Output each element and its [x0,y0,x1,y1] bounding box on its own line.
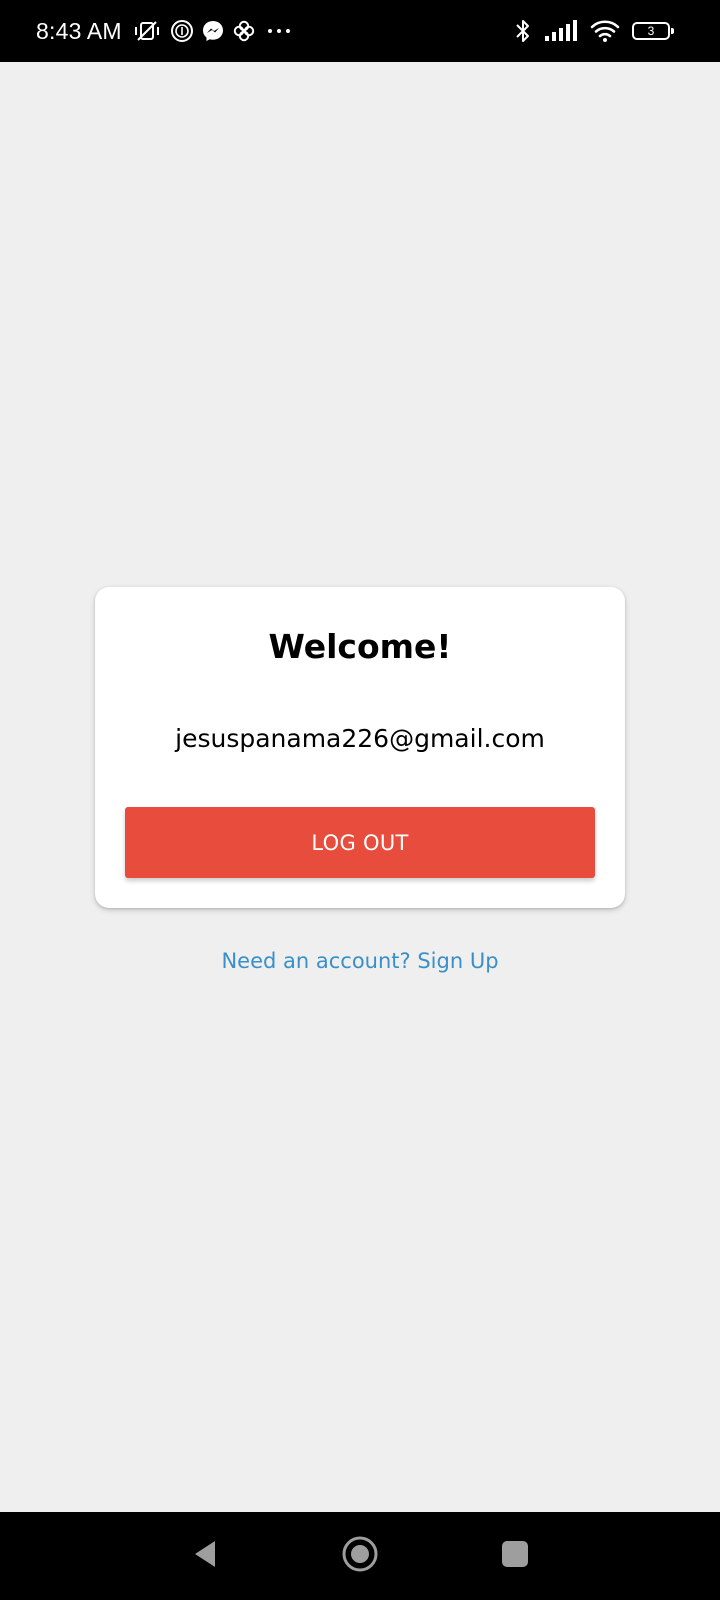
back-icon [191,1539,219,1573]
recents-button[interactable] [480,1512,550,1600]
navigation-bar [0,1512,720,1600]
recents-icon [501,1540,529,1572]
vibrate-off-icon [132,19,162,43]
logout-button[interactable]: LOG OUT [125,807,595,878]
status-time: 8:43 AM [36,17,122,44]
back-button[interactable] [170,1512,240,1600]
welcome-title: Welcome! [268,627,452,666]
status-bar-right: 3 [514,0,674,62]
status-bar: 8:43 AM 3 [0,0,720,62]
bluetooth-icon [514,18,532,44]
battery-level: 3 [647,24,655,38]
signal-icon [544,20,578,42]
battery-icon: 3 [632,22,674,40]
more-dots-icon [264,19,294,43]
home-button[interactable] [325,1512,395,1600]
welcome-card: Welcome! jesuspanama226@gmail.com LOG OU… [95,587,625,908]
messenger-icon [202,20,224,42]
user-email: jesuspanama226@gmail.com [175,724,545,753]
pinwheel-icon [232,19,256,43]
signup-link[interactable]: Need an account? Sign Up [0,949,720,974]
wifi-icon [590,19,620,43]
fingerprint-icon [170,19,194,43]
status-bar-left: 8:43 AM [36,0,294,62]
home-icon [340,1534,380,1578]
